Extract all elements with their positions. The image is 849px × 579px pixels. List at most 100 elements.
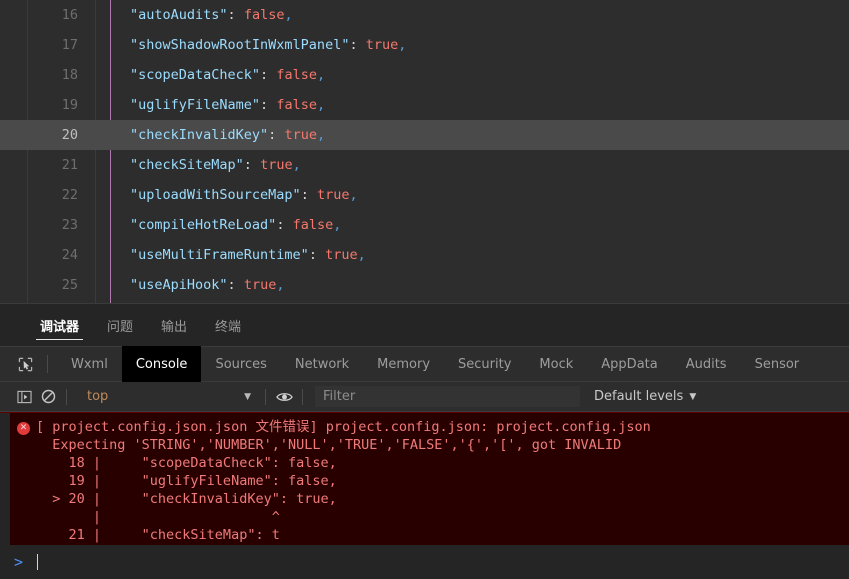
toolbar-divider [302,388,303,405]
console-error-message[interactable]: ✕ [ project.config.json.json 文件错误] proje… [0,412,849,551]
tab-wxml[interactable]: Wxml [57,346,122,382]
panel-tab-1[interactable]: 问题 [93,304,147,346]
json-comma: , [284,7,293,23]
json-value: true [243,277,277,293]
panel-tab-3[interactable]: 终端 [201,304,255,346]
json-colon: : [260,67,277,83]
code-line[interactable]: 18 "scopeDataCheck": false, [0,60,849,90]
tab-label: AppData [601,356,658,372]
text-cursor [37,554,39,570]
code-line[interactable]: 20 "checkInvalidKey": true, [0,120,849,150]
json-comma: , [276,277,285,293]
code-editor[interactable]: 16 "autoAudits": false, 17 "showShadowRootI… [0,0,849,303]
json-value: true [316,187,350,203]
error-icon: ✕ [17,422,30,435]
clear-console-icon[interactable] [36,385,60,409]
code-line[interactable]: 17 "showShadowRootInWxmlPanel": true, [0,30,849,60]
json-comma: , [333,217,342,233]
panel-tab-label: 调试器 [40,319,80,335]
line-number: 20 [61,127,78,143]
line-number: 25 [61,277,78,293]
eye-icon[interactable] [272,385,296,409]
devtools-tabs-list: Wxml Console Sources Network Memory Security M… [57,346,813,382]
json-colon: : [227,277,244,293]
code-line[interactable]: 25 "useApiHook": true, [0,270,849,300]
json-colon: : [260,97,277,113]
code-line[interactable]: 21 "checkSiteMap": true, [0,150,849,180]
code-text: "scopeDataCheck": false, [110,60,325,90]
code-line[interactable]: 24 "useMultiFrameRuntime": true, [0,240,849,270]
panel-tab-label: 终端 [215,319,242,335]
tab-network[interactable]: Network [281,346,363,382]
panel-tab-label: 问题 [107,319,134,335]
tab-security[interactable]: Security [444,346,525,382]
tab-console[interactable]: Console [121,346,202,382]
line-number: 18 [61,67,78,83]
error-text: [ project.config.json.json 文件错误] project… [36,419,651,543]
tab-label: Memory [377,356,431,372]
json-value: true [260,157,293,173]
json-comma: , [398,37,407,53]
code-line[interactable]: 23 "compileHotReLoad": false, [0,210,849,240]
filter-input[interactable]: Filter [315,386,580,407]
json-key: "compileHotReLoad" [130,217,277,233]
json-key: "scopeDataCheck" [130,67,261,83]
line-number: 19 [61,97,78,113]
line-number: 17 [61,37,78,53]
tab-memory[interactable]: Memory [363,346,444,382]
line-number: 23 [61,217,78,233]
json-value: false [243,7,285,23]
code-text: "uploadWithSourceMap": true, [110,180,358,210]
tab-mock[interactable]: Mock [525,346,587,382]
console-sidebar-icon[interactable] [12,385,36,409]
inspect-cursor-icon[interactable] [12,351,38,377]
json-colon: : [227,7,244,23]
code-line[interactable]: 19 "uglifyFileName": false, [0,90,849,120]
panel-tab-2[interactable]: 输出 [147,304,201,346]
toolbar-divider [265,388,266,405]
tab-label: Security [458,356,512,372]
code-text: "compileHotReLoad": false, [110,210,341,240]
code-text: "uglifyFileName": false, [110,90,325,120]
filter-placeholder: Filter [323,389,356,404]
devtools-window: 16 "autoAudits": false, 17 "showShadowRootI… [0,0,849,579]
code-line[interactable]: 22 "uploadWithSourceMap": true, [0,180,849,210]
log-levels-select[interactable]: Default levels ▼ [594,389,696,404]
json-value: false [276,97,317,113]
json-colon: : [243,157,261,173]
code-text: "checkSiteMap": true, [110,150,301,180]
tab-sources[interactable]: Sources [201,346,280,382]
tab-label: Sources [215,356,267,372]
json-key: "useApiHook" [130,277,228,293]
tab-sensor[interactable]: Sensor [741,346,814,382]
code-lines: 16 "autoAudits": false, 17 "showShadowRootI… [0,0,849,300]
tab-appdata[interactable]: AppData [587,346,671,382]
execution-context-value: top [87,389,109,404]
json-value: true [365,37,399,53]
code-text: "checkInvalidKey": true, [110,120,325,150]
tab-label: Audits [685,356,727,372]
toolbar-divider [47,355,48,373]
tab-audits[interactable]: Audits [672,346,741,382]
panel-tab-0[interactable]: 调试器 [26,304,93,346]
panel-tab-label: 输出 [161,319,188,335]
panel-tab-bar: 调试器 问题 输出 终端 [0,304,849,346]
bottom-panel: 调试器 问题 输出 终端 Wxml Console Sources Network Memor… [0,303,849,579]
code-line[interactable]: 16 "autoAudits": false, [0,0,849,30]
execution-context-select[interactable]: top ▼ [79,386,259,408]
json-comma: , [316,67,326,83]
json-colon: : [349,37,366,53]
console-prompt-row[interactable]: > [0,545,849,579]
console-toolbar: top ▼ Filter Default levels ▼ [0,382,849,412]
console-output: ✕ [ project.config.json.json 文件错误] proje… [0,412,849,553]
json-value: false [276,67,317,83]
code-text: "autoAudits": false, [110,0,293,30]
json-key: "uploadWithSourceMap" [130,187,301,203]
json-colon: : [308,247,326,263]
json-comma: , [316,97,326,113]
line-number: 24 [61,247,78,263]
chevron-down-icon: ▼ [689,391,697,402]
chevron-down-icon: ▼ [244,391,251,402]
line-number: 22 [61,187,78,203]
json-value: true [325,247,358,263]
